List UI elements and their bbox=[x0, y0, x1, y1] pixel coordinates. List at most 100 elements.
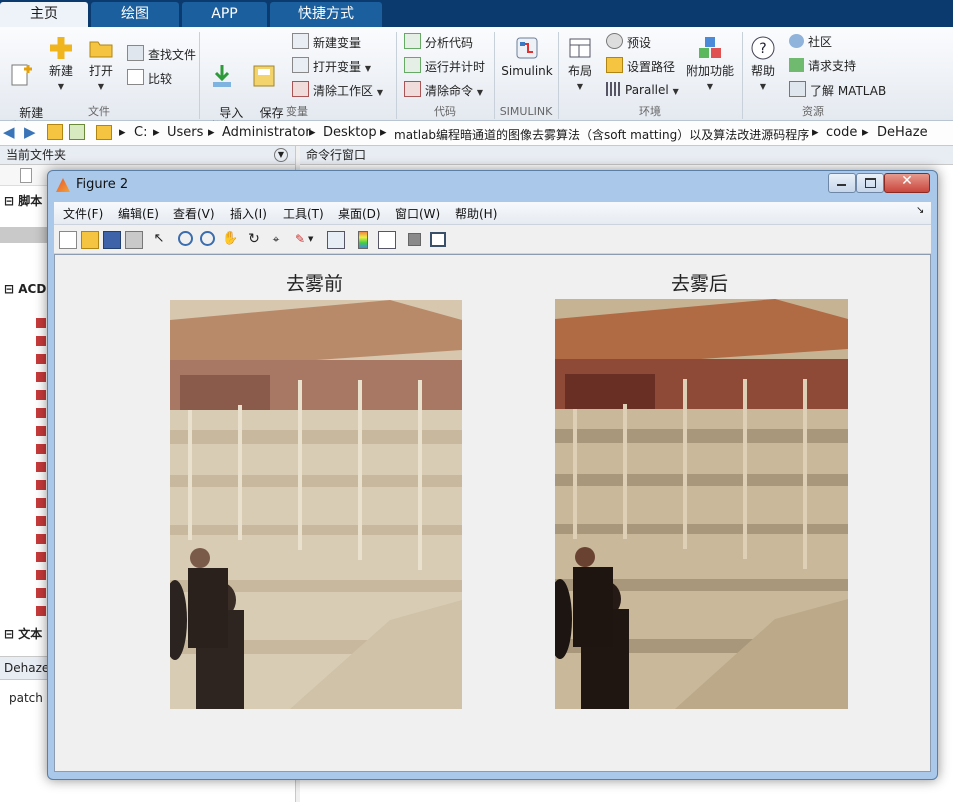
menu-view[interactable]: 查看(V) bbox=[173, 205, 215, 222]
preferences-label: 预设 bbox=[627, 36, 652, 50]
up-folder-icon[interactable] bbox=[47, 124, 63, 140]
menu-desktop[interactable]: 桌面(D) bbox=[338, 205, 381, 222]
figure-title: Figure 2 bbox=[76, 177, 129, 192]
menu-window[interactable]: 窗口(W) bbox=[395, 205, 440, 222]
add-ons-button[interactable]: 附加功能 ▼ bbox=[684, 35, 736, 94]
minimize-icon bbox=[837, 184, 846, 186]
close-button[interactable]: ✕ bbox=[884, 173, 930, 193]
clear-commands-button[interactable]: 清除命令 ▼ bbox=[404, 81, 483, 99]
ribbon: 新建 脚本 新建▼ 打开▼ 查找文件 比较 文件 导入 数据 保存 工作区 新建… bbox=[0, 27, 953, 134]
rotate-3d-icon[interactable]: ↻ bbox=[246, 231, 262, 247]
add-ons-icon bbox=[699, 37, 721, 58]
zoom-in-icon[interactable] bbox=[178, 231, 193, 246]
minimize-button[interactable] bbox=[828, 173, 856, 193]
support-icon bbox=[789, 58, 804, 72]
tab-home[interactable]: 主页 bbox=[0, 2, 88, 27]
save-icon[interactable] bbox=[103, 231, 121, 249]
browse-folder-icon[interactable] bbox=[69, 124, 85, 140]
clear-workspace-button[interactable]: 清除工作区 ▼ bbox=[292, 81, 383, 99]
menu-insert[interactable]: 插入(I) bbox=[230, 205, 267, 222]
pointer-icon[interactable]: ↖ bbox=[151, 231, 167, 247]
pan-hand-icon[interactable]: ✋ bbox=[222, 231, 238, 247]
tree-section-text[interactable]: ⊟ 文本 bbox=[4, 625, 42, 642]
simulink-button[interactable]: Simulink bbox=[500, 35, 554, 78]
svg-text:?: ? bbox=[759, 41, 766, 57]
chevron-down-icon[interactable]: ▼ bbox=[308, 231, 324, 247]
command-window-title: 命令行窗口 bbox=[306, 148, 367, 162]
tab-apps[interactable]: APP bbox=[182, 2, 267, 27]
community-label: 社区 bbox=[808, 35, 833, 49]
run-time-icon bbox=[404, 57, 421, 73]
menu-help[interactable]: 帮助(H) bbox=[455, 205, 497, 222]
breadcrumb-item[interactable]: DeHaze bbox=[877, 125, 928, 140]
compare-button[interactable]: 比较 bbox=[127, 69, 172, 87]
set-path-icon bbox=[606, 57, 623, 73]
chevron-down-icon: ▼ bbox=[759, 82, 767, 91]
new-button[interactable]: 新建 ▼ bbox=[44, 35, 78, 94]
open-file-icon[interactable] bbox=[81, 231, 99, 249]
learn-matlab-button[interactable]: 了解 MATLAB bbox=[789, 81, 886, 99]
current-folder-title: 当前文件夹 bbox=[6, 148, 67, 162]
breadcrumb-item[interactable]: Administrator bbox=[222, 125, 311, 140]
legend-icon[interactable] bbox=[378, 231, 396, 249]
axes-title-before: 去雾前 bbox=[286, 273, 344, 295]
set-path-button[interactable]: 设置路径 bbox=[606, 57, 675, 75]
group-label-code: 代码 bbox=[434, 105, 456, 118]
data-cursor-icon[interactable]: ⌖ bbox=[268, 231, 284, 247]
forward-arrow-icon[interactable]: ▶ bbox=[24, 123, 36, 141]
breadcrumb-separator: ▸ bbox=[380, 125, 387, 140]
clear-commands-label: 清除命令 bbox=[425, 84, 474, 98]
group-label-variable: 变量 bbox=[286, 105, 308, 118]
plus-icon bbox=[50, 37, 72, 59]
current-folder-header: 当前文件夹 ▼ bbox=[0, 146, 295, 165]
find-files-label: 查找文件 bbox=[148, 48, 197, 62]
breadcrumb-item[interactable]: code bbox=[826, 125, 857, 140]
chevron-down-icon: ▼ bbox=[376, 88, 383, 97]
hide-plot-tools-icon[interactable] bbox=[408, 233, 421, 246]
maximize-button[interactable] bbox=[856, 173, 884, 193]
breadcrumb-item[interactable]: matlab编程暗通道的图像去雾算法（含soft matting）以及算法改进源… bbox=[394, 126, 809, 143]
community-icon bbox=[789, 34, 804, 48]
analyze-code-button[interactable]: 分析代码 bbox=[404, 33, 473, 51]
tab-plots[interactable]: 绘图 bbox=[91, 2, 179, 27]
new-figure-icon[interactable] bbox=[59, 231, 77, 249]
show-plot-tools-icon[interactable] bbox=[430, 232, 446, 247]
open-button[interactable]: 打开 ▼ bbox=[84, 35, 118, 94]
save-workspace-icon bbox=[253, 65, 275, 87]
request-support-button[interactable]: 请求支持 bbox=[789, 57, 856, 75]
clear-commands-icon bbox=[404, 81, 421, 97]
dock-arrow-icon[interactable]: ↘ bbox=[916, 205, 924, 216]
layout-button[interactable]: 布局 ▼ bbox=[563, 35, 597, 94]
zoom-out-icon[interactable] bbox=[200, 231, 215, 246]
open-variable-button[interactable]: 打开变量 ▼ bbox=[292, 57, 371, 75]
print-icon[interactable] bbox=[125, 231, 143, 249]
find-files-button[interactable]: 查找文件 bbox=[127, 45, 196, 63]
details-file-name: Dehaze bbox=[4, 661, 50, 675]
chevron-down-icon: ▼ bbox=[672, 87, 679, 96]
menu-tools[interactable]: 工具(T) bbox=[283, 205, 324, 222]
parallel-button[interactable]: Parallel ▼ bbox=[606, 81, 679, 99]
colorbar-icon[interactable] bbox=[358, 231, 368, 249]
breadcrumb-item[interactable]: Desktop bbox=[323, 125, 377, 140]
new-script-icon bbox=[11, 64, 32, 86]
selected-file-row[interactable] bbox=[0, 227, 48, 243]
run-and-time-button[interactable]: 运行并计时 bbox=[404, 57, 485, 75]
preferences-button[interactable]: 预设 bbox=[606, 33, 651, 51]
menu-file[interactable]: 文件(F) bbox=[63, 205, 103, 222]
address-bar: ◀ ▶ ▸ C: ▸ Users ▸ Administrator ▸ Deskt… bbox=[0, 121, 953, 146]
new-variable-button[interactable]: 新建变量 bbox=[292, 33, 361, 51]
link-plot-icon[interactable] bbox=[327, 231, 345, 249]
tree-section-scripts[interactable]: ⊟ 脚本 bbox=[4, 192, 42, 209]
help-button[interactable]: ? 帮助 ▼ bbox=[746, 35, 780, 94]
group-label-file: 文件 bbox=[88, 105, 110, 118]
menu-edit[interactable]: 编辑(E) bbox=[118, 205, 159, 222]
figure-canvas[interactable]: 去雾前 去雾后 bbox=[54, 254, 931, 772]
back-arrow-icon[interactable]: ◀ bbox=[3, 123, 15, 141]
breadcrumb-item[interactable]: C: bbox=[134, 125, 147, 140]
brush-icon[interactable]: ✎ bbox=[292, 231, 308, 247]
community-button[interactable]: 社区 bbox=[789, 33, 832, 51]
breadcrumb-item[interactable]: Users bbox=[167, 125, 203, 140]
figure-window: Figure 2 ✕ 文件(F) 编辑(E) 查看(V) 插入(I) 工具(T)… bbox=[47, 170, 938, 780]
panel-menu-icon[interactable]: ▼ bbox=[274, 148, 288, 162]
tab-shortcuts[interactable]: 快捷方式 bbox=[270, 2, 382, 27]
